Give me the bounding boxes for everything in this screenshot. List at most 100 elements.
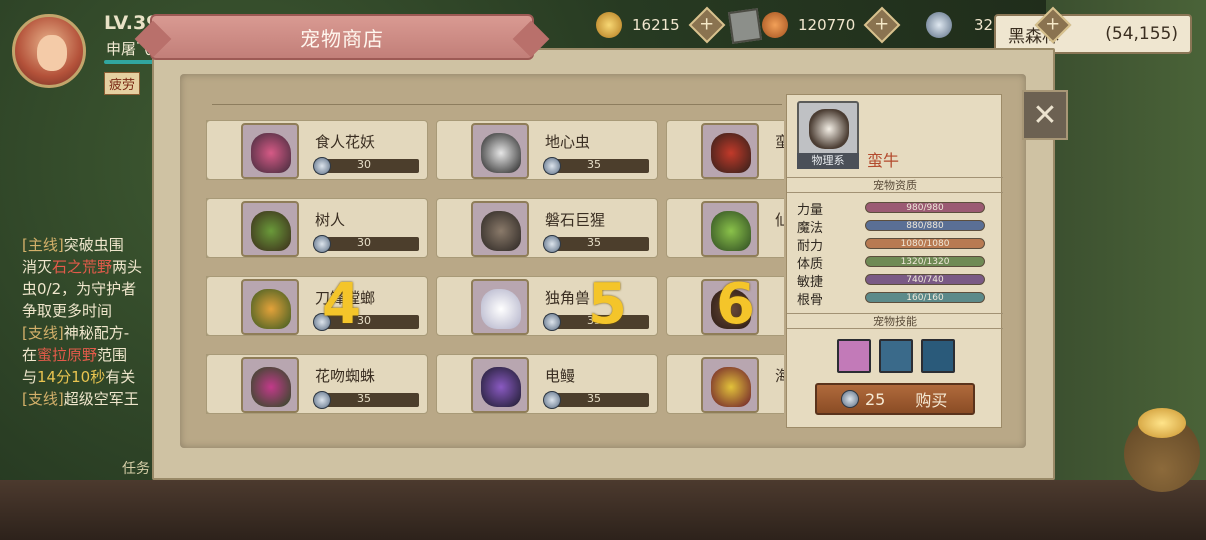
skill-icon[interactable] (837, 339, 871, 373)
price-value: 35 (587, 392, 601, 405)
stat-value: 160/160 (906, 293, 944, 303)
stat-value: 740/740 (906, 275, 944, 285)
pet-price: 30 (313, 157, 419, 175)
stat-bar: 880/880 (865, 220, 985, 231)
stat-label: 体质 (797, 257, 824, 272)
skills-header: 宠物技能 (787, 313, 1003, 329)
quest-side-title[interactable]: [支线]超级空军王 (22, 388, 162, 410)
pet-grid: 食人花妖 30 地心虫 35 蛮 树人 30 磐石巨猩 35 仙 刀锋螳螂 30 独角兽 3… (206, 118, 784, 418)
pet-name: 蛮 (775, 133, 784, 151)
pet-detail-panel: 物理系 蛮牛 宠物资质 力量 980/980 魔法 880/880 耐力 1080/1… (786, 94, 1003, 428)
pet-name: 仙 (775, 211, 784, 229)
quest-title: 神秘配方- (63, 324, 130, 342)
pet-card[interactable]: 磐石巨猩 35 (436, 198, 658, 258)
pet-type-badge: 物理系 (797, 153, 859, 169)
pet-price: 35 (543, 235, 649, 253)
add-gold-button[interactable]: + (688, 6, 726, 44)
silver-coin-icon (313, 235, 331, 253)
quest-desc-line: 争取更多时间 (22, 302, 113, 320)
location-coords: (54,155) (1105, 24, 1178, 44)
selected-pet-image (809, 109, 849, 149)
pet-image (251, 211, 291, 251)
pet-name: 花吻蜘蛛 (315, 367, 376, 385)
player-avatar[interactable] (12, 14, 86, 88)
stat-row: 耐力 1080/1080 (797, 235, 997, 254)
pet-card[interactable]: 电鳗 35 (436, 354, 658, 414)
pet-name: 海 (775, 367, 784, 385)
pet-card[interactable]: 花吻蜘蛛 35 (206, 354, 428, 414)
pet-portrait (471, 123, 529, 179)
pet-card[interactable]: 海 (666, 354, 784, 414)
quest-place: 蜜拉原野 (37, 346, 98, 364)
pet-card[interactable]: 刀锋螳螂 30 (206, 276, 428, 336)
pet-price: 35 (543, 157, 649, 175)
pet-image (481, 367, 521, 407)
stat-label: 耐力 (797, 239, 824, 254)
gold-pot-icon[interactable] (1124, 408, 1200, 492)
add-copper-button[interactable]: + (863, 6, 901, 44)
pet-image (251, 289, 291, 329)
pet-portrait (701, 201, 759, 257)
pet-portrait (471, 279, 529, 335)
price-value: 35 (357, 392, 371, 405)
plus-icon: + (874, 14, 890, 35)
quest-desc-line: 虫0/2，为守护者 (22, 280, 137, 298)
shop-title-banner: 宠物商店 (150, 14, 534, 60)
overlay-number: 4 (322, 272, 361, 337)
pet-portrait (241, 279, 299, 335)
skill-icon[interactable] (879, 339, 913, 373)
add-silver-button[interactable]: + (1034, 6, 1072, 44)
quest-tag: [支线] (22, 390, 64, 408)
pet-card[interactable]: 食人花妖 30 (206, 120, 428, 180)
silver-value: 32 (974, 16, 994, 34)
quest-timer: 14分10秒 (37, 368, 106, 386)
avatar-face (37, 35, 67, 71)
silver-coin-icon (313, 391, 331, 409)
buy-button[interactable]: 25 购买 (815, 383, 975, 415)
pet-card[interactable]: 地心虫 35 (436, 120, 658, 180)
quest-place: 石之荒野 (52, 258, 113, 276)
book-icon[interactable] (727, 8, 763, 44)
quest-text: 两头 (112, 258, 143, 276)
stat-value: 1080/1080 (900, 239, 950, 249)
silver-coin-icon (543, 391, 561, 409)
stat-label: 力量 (797, 203, 824, 218)
fatigue-badge: 疲劳 (104, 72, 141, 95)
pet-price: 35 (543, 391, 649, 409)
overlay-number: 5 (588, 272, 627, 337)
pet-price: 35 (313, 391, 419, 409)
pet-name: 树人 (315, 211, 346, 229)
pet-image (711, 133, 751, 173)
silver-coin-icon (543, 235, 561, 253)
pet-card[interactable]: 树人 30 (206, 198, 428, 258)
quest-main-title[interactable]: [主线]突破虫围 (22, 234, 162, 256)
gold-resource: 16215 + (596, 6, 726, 44)
stat-bar: 1320/1320 (865, 256, 985, 267)
quest-side-title[interactable]: [支线]神秘配方- (22, 322, 162, 344)
copper-resource: 120770 + (762, 6, 901, 44)
copper-value: 120770 (798, 16, 856, 34)
skill-icon[interactable] (921, 339, 955, 373)
pet-image (711, 367, 751, 407)
buy-price: 25 (865, 389, 886, 409)
pet-portrait (471, 357, 529, 413)
close-button[interactable]: ✕ (1022, 90, 1068, 140)
pet-portrait (241, 201, 299, 257)
copper-coin-icon (762, 12, 788, 38)
pet-image (481, 133, 521, 173)
pet-card[interactable]: 蛮 (666, 120, 784, 180)
stat-value: 880/880 (906, 221, 944, 231)
ground-strip (0, 480, 1206, 540)
plus-icon: + (699, 14, 715, 35)
stat-label: 根骨 (797, 293, 824, 308)
overlay-number: 6 (716, 272, 755, 337)
pet-name: 食人花妖 (315, 133, 376, 151)
quest-text: 范围 (97, 346, 128, 364)
task-tab[interactable]: 任务 (122, 458, 150, 478)
pet-name: 磐石巨猩 (545, 211, 606, 229)
pet-portrait (241, 357, 299, 413)
pet-card[interactable]: 仙 (666, 198, 784, 258)
silver-coin-icon (313, 157, 331, 175)
stat-label: 魔法 (797, 221, 824, 236)
pet-image (481, 289, 521, 329)
